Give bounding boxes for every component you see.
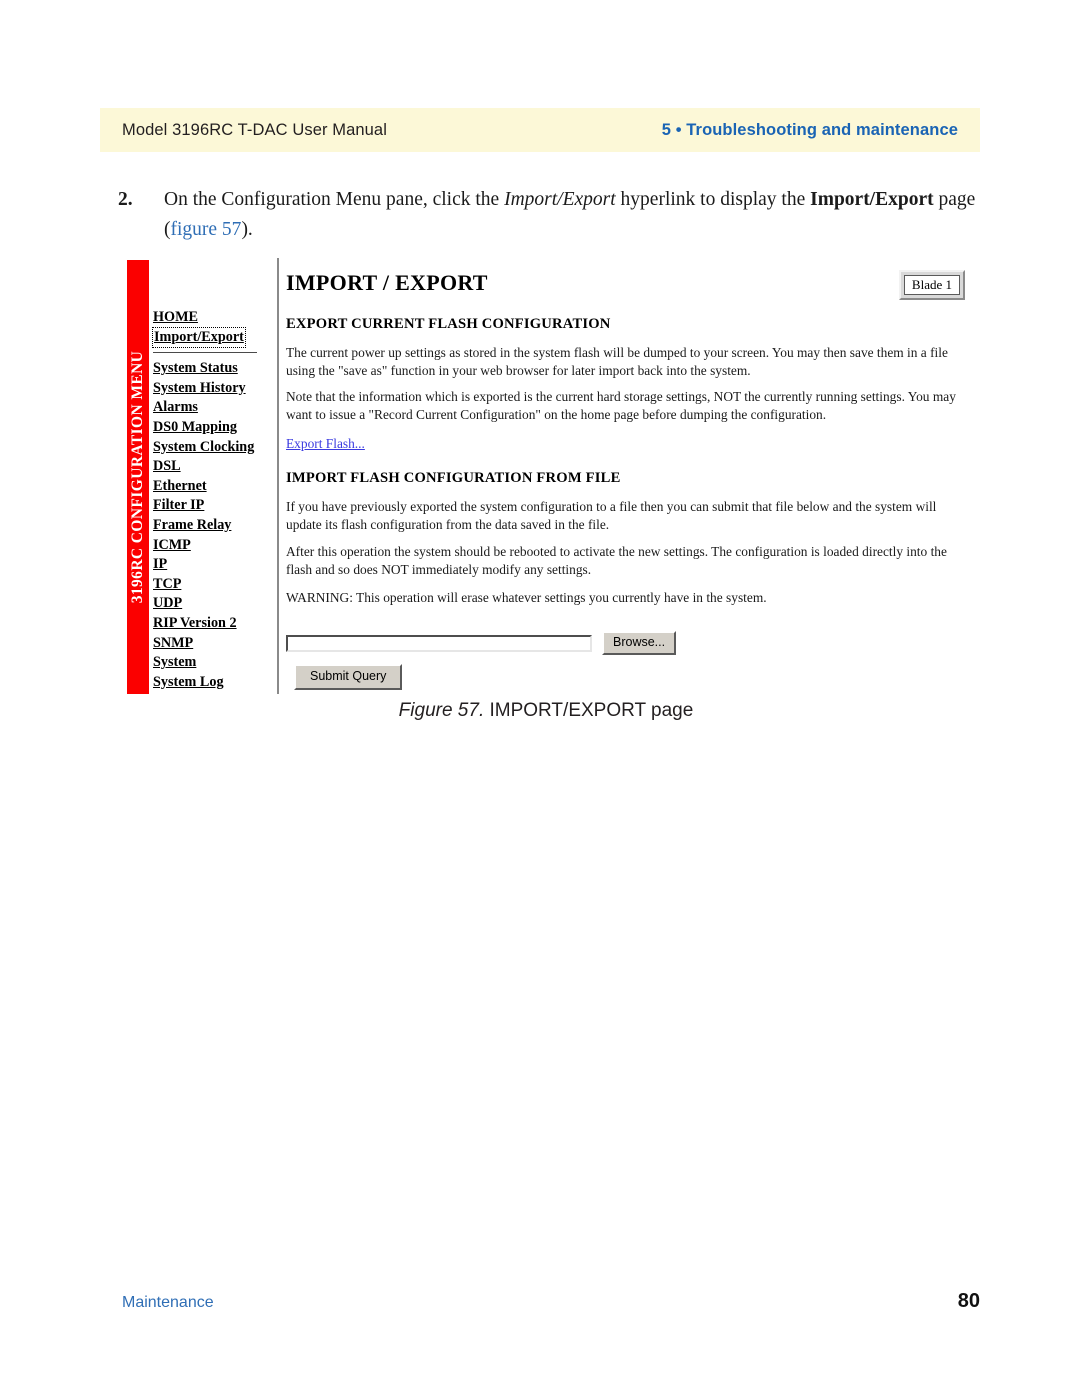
figure-caption: Figure 57. IMPORT/EXPORT page [127, 700, 965, 722]
sidebar-item-dsl[interactable]: DSL [153, 457, 277, 477]
import-paragraph-2: After this operation the system should b… [286, 544, 947, 577]
step-text-1: On the Configuration Menu pane, click th… [164, 189, 505, 210]
sidebar-item-system-log[interactable]: System Log [153, 673, 277, 693]
footer-page-number: 80 [957, 1290, 980, 1312]
sidebar-item-tcp[interactable]: TCP [153, 575, 277, 595]
sidebar-item-ethernet[interactable]: Ethernet [153, 477, 277, 497]
sidebar-item-ds0-mapping[interactable]: DS0 Mapping [153, 418, 277, 438]
step-text-3: page [933, 189, 976, 210]
sidebar-item-udp[interactable]: UDP [153, 594, 277, 614]
sidebar-item-system-clocking[interactable]: System Clocking [153, 438, 277, 458]
sidebar-item-import-export[interactable]: Import/Export [152, 326, 246, 349]
sidebar-item-alarms[interactable]: Alarms [153, 398, 277, 418]
sidebar-item-rip-version-2[interactable]: RIP Version 2 [153, 614, 277, 634]
chapter-title: 5 • Troubleshooting and maintenance [661, 120, 958, 139]
sidebar-item-system-history[interactable]: System History [153, 379, 277, 399]
import-paragraph-1: If you have previously exported the syst… [286, 499, 937, 532]
step-bold-term: Import/Export [810, 189, 934, 210]
xref-close: ). [241, 219, 253, 240]
export-paragraph-1: The current power up settings as stored … [286, 345, 948, 378]
configuration-menu-banner: 3196RC CONFIGURATION MENU [127, 260, 149, 694]
step-emphasis: Import/Export [504, 189, 616, 210]
figure-cross-reference[interactable]: figure 57 [171, 219, 242, 240]
footer-section-label: Maintenance [122, 1294, 214, 1311]
sidebar-item-home[interactable]: HOME [153, 308, 277, 328]
configuration-menu-pane: HOME Import/Export System Status System … [149, 258, 277, 694]
manual-title: Model 3196RC T-DAC User Manual [122, 120, 387, 139]
figure-caption-number: Figure 57. [398, 700, 485, 721]
file-upload-row: Browse... [286, 631, 677, 655]
submit-query-button[interactable]: Submit Query [294, 664, 403, 690]
sidebar-item-system-status[interactable]: System Status [153, 359, 277, 379]
sidebar-item-icmp[interactable]: ICMP [153, 536, 277, 556]
step-body: On the Configuration Menu pane, click th… [164, 185, 990, 245]
sidebar-item-system[interactable]: System [153, 653, 277, 673]
import-warning-text: WARNING: This operation will erase whate… [286, 590, 767, 605]
configuration-menu-list: HOME Import/Export System Status System … [152, 308, 277, 693]
import-section-heading: IMPORT FLASH CONFIGURATION FROM FILE [286, 470, 621, 486]
running-header: Model 3196RC T-DAC User Manual 5 • Troub… [100, 108, 980, 152]
sidebar-item-frame-relay[interactable]: Frame Relay [153, 516, 277, 536]
figure-import-export-screenshot: 3196RC CONFIGURATION MENU HOME Import/Ex… [127, 258, 965, 694]
configuration-menu-banner-label: 3196RC CONFIGURATION MENU [129, 350, 146, 604]
frame-divider [277, 258, 279, 694]
step-text-2: hyperlink to display the [615, 189, 811, 210]
export-paragraph-2: Note that the information which is expor… [286, 389, 956, 422]
import-export-content-pane: IMPORT / EXPORT Blade 1 EXPORT CURRENT F… [284, 258, 965, 694]
blade-badge[interactable]: Blade 1 [898, 270, 965, 300]
figure-caption-text: IMPORT/EXPORT page [484, 700, 694, 721]
menu-divider [153, 352, 257, 354]
sidebar-item-ip[interactable]: IP [153, 555, 277, 575]
step-paragraph: 2. On the Configuration Menu pane, click… [118, 185, 990, 245]
sidebar-item-filter-ip[interactable]: Filter IP [153, 496, 277, 516]
page-title: IMPORT / EXPORT [286, 270, 488, 295]
sidebar-item-snmp[interactable]: SNMP [153, 634, 277, 654]
blade-badge-label: Blade 1 [903, 275, 960, 295]
export-flash-link[interactable]: Export Flash... [286, 436, 365, 452]
file-path-input[interactable] [286, 634, 592, 652]
browse-button[interactable]: Browse... [602, 631, 677, 655]
step-number: 2. [118, 189, 133, 210]
export-section-heading: EXPORT CURRENT FLASH CONFIGURATION [286, 316, 611, 332]
